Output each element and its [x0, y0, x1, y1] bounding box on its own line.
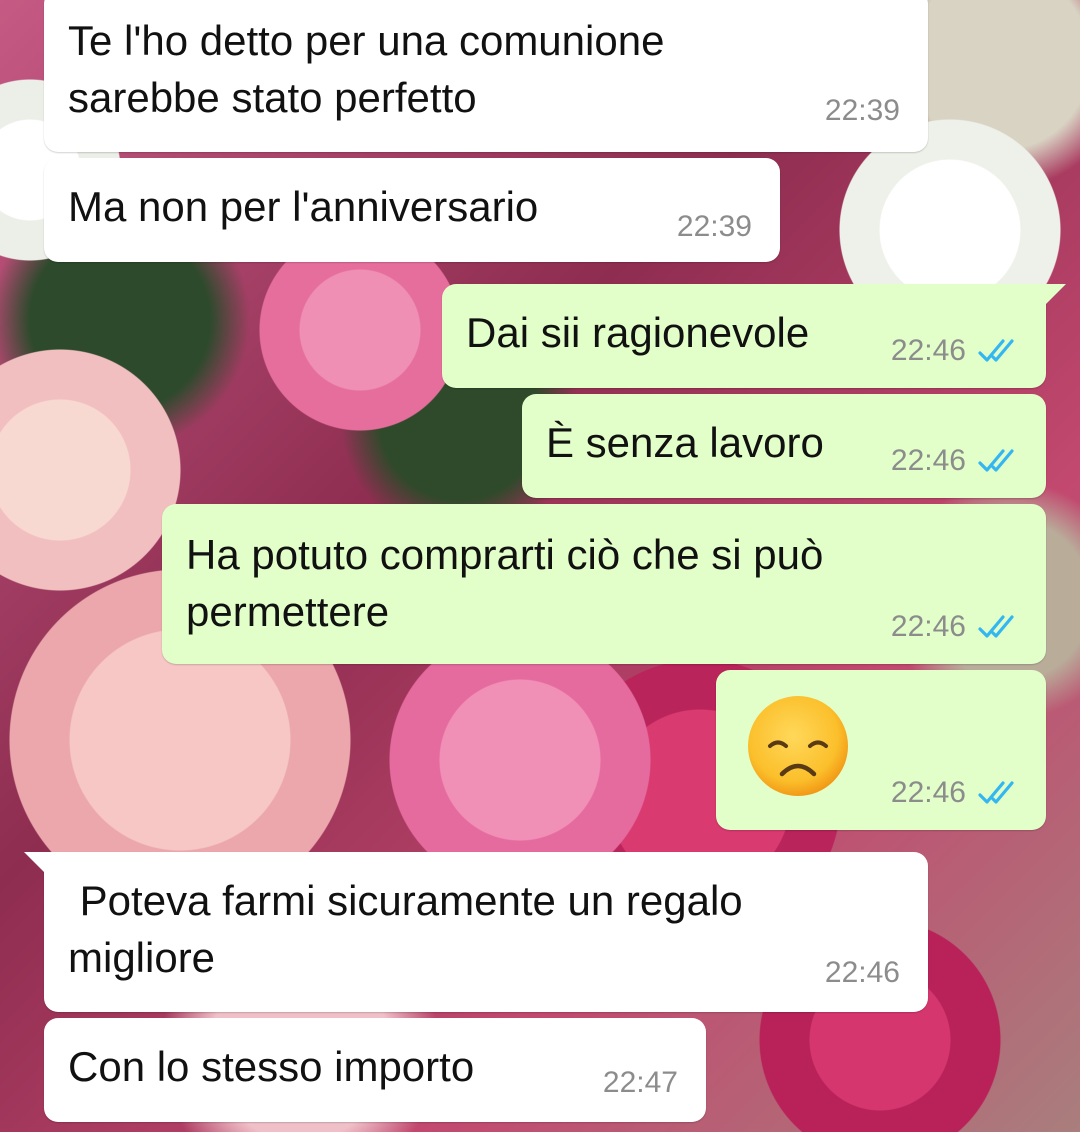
message-bubble-incoming[interactable]: Con lo stesso importo 22:47 — [44, 1018, 706, 1122]
double-check-icon — [978, 339, 1014, 362]
message-text: Poteva farmi sicuramente un regalo migli… — [68, 877, 743, 981]
timestamp-text: 22:39 — [676, 210, 752, 243]
message-timestamp: 22:46 — [891, 776, 1022, 810]
message-timestamp: 22:39 — [677, 210, 752, 244]
message-timestamp: 22:47 — [603, 1066, 678, 1100]
message-bubble-incoming[interactable]: Poteva farmi sicuramente un regalo migli… — [24, 852, 928, 1012]
message-timestamp: 22:46 — [891, 334, 1022, 368]
timestamp-text: 22:46 — [890, 610, 966, 643]
timestamp-text: 22:46 — [824, 956, 900, 989]
message-bubble-outgoing[interactable]: 22:46 — [716, 670, 1046, 830]
double-check-icon — [978, 615, 1014, 638]
message-text: Ha potuto comprarti ciò che si può perme… — [186, 531, 824, 635]
message-text: È senza lavoro — [546, 419, 824, 466]
message-timestamp: 22:46 — [891, 444, 1022, 478]
double-check-icon — [978, 449, 1014, 472]
message-text: Con lo stesso importo — [68, 1043, 475, 1090]
timestamp-text: 22:47 — [602, 1066, 678, 1099]
timestamp-text: 22:46 — [890, 334, 966, 367]
message-timestamp: 22:46 — [825, 956, 900, 990]
timestamp-text: 22:39 — [824, 94, 900, 127]
message-text: Te l'ho detto per una comunione sarebbe … — [68, 17, 665, 121]
timestamp-text: 22:46 — [890, 444, 966, 477]
message-timestamp: 22:46 — [891, 610, 1022, 644]
message-timestamp: 22:39 — [825, 94, 900, 128]
double-check-icon — [978, 781, 1014, 804]
message-bubble-outgoing[interactable]: Dai sii ragionevole 22:46 — [442, 284, 1066, 388]
timestamp-text: 22:46 — [890, 776, 966, 809]
message-bubble-incoming[interactable]: Ma non per l'anniversario 22:39 — [44, 158, 780, 262]
bubble-tail — [1040, 284, 1066, 310]
bubble-tail — [24, 852, 50, 878]
message-text: Ma non per l'anniversario — [68, 183, 539, 230]
message-bubble-incoming[interactable]: Te l'ho detto per una comunione sarebbe … — [44, 0, 928, 152]
disappointed-face-emoji — [748, 696, 848, 796]
message-text: Dai sii ragionevole — [466, 309, 810, 356]
message-bubble-outgoing[interactable]: È senza lavoro 22:46 — [522, 394, 1046, 498]
message-bubble-outgoing[interactable]: Ha potuto comprarti ciò che si può perme… — [162, 504, 1046, 664]
